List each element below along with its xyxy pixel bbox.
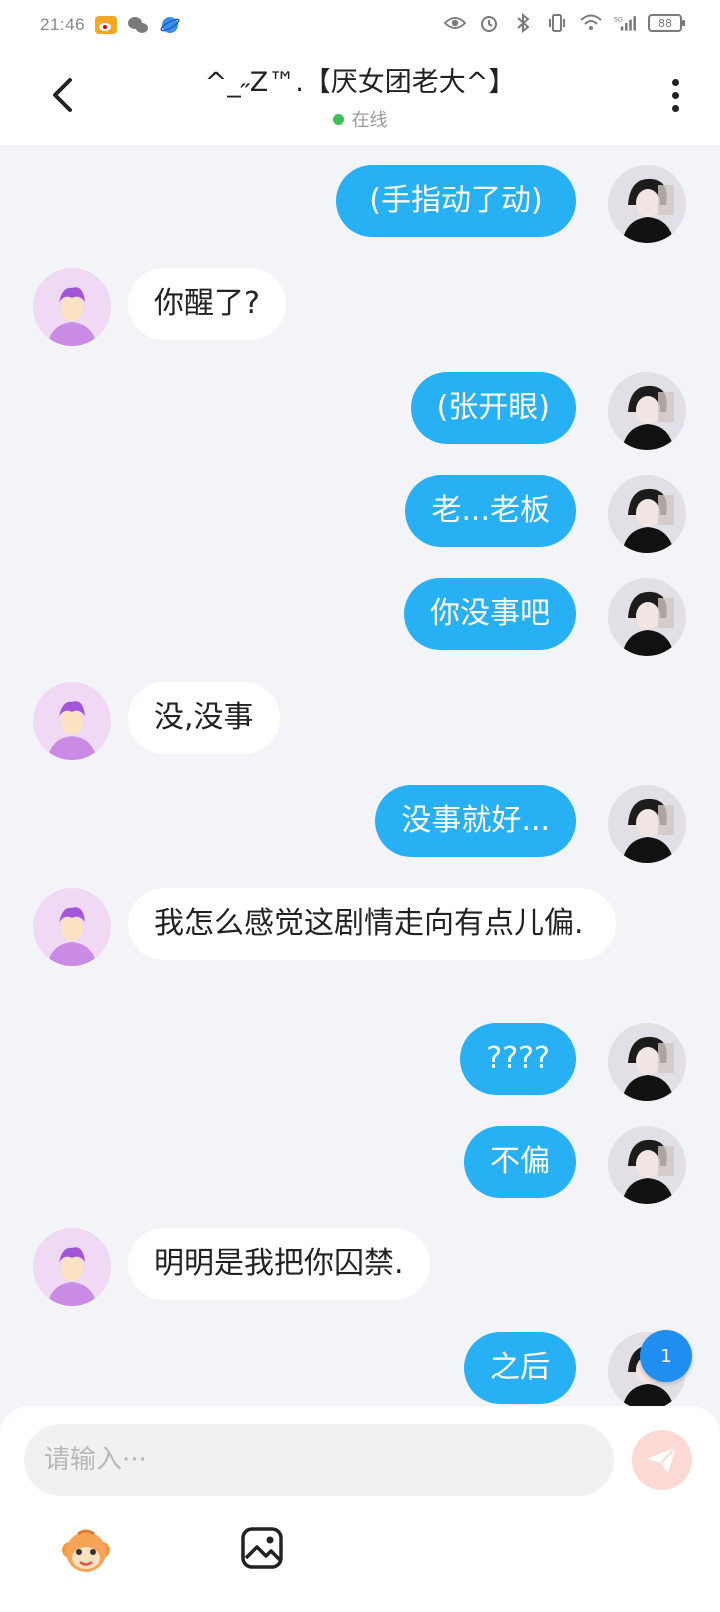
- signal-icon: 5G: [614, 12, 636, 34]
- send-button[interactable]: [632, 1430, 692, 1490]
- eye-icon: [444, 12, 466, 34]
- message-bubble-sent[interactable]: (手指动了动): [336, 165, 576, 237]
- alarm-icon: [478, 12, 500, 34]
- more-dot-icon: [671, 78, 679, 86]
- input-panel: [0, 1406, 720, 1612]
- my-avatar[interactable]: [608, 475, 686, 553]
- bluetooth-icon: [512, 12, 534, 34]
- chat-title: ^_˶Z™.【厌女团老大^】: [204, 67, 516, 98]
- contact-avatar[interactable]: [33, 1228, 111, 1306]
- contact-avatar[interactable]: [33, 888, 111, 966]
- monkey-icon: [62, 1529, 110, 1572]
- browser-icon: [159, 14, 181, 36]
- message-bubble-sent[interactable]: (张开眼): [410, 372, 576, 444]
- weibo-icon: [95, 14, 118, 36]
- message-bubble-received[interactable]: 明明是我把你囚禁.: [128, 1228, 430, 1300]
- online-dot-icon: [332, 113, 344, 125]
- my-avatar[interactable]: [608, 785, 686, 863]
- my-avatar[interactable]: [608, 372, 686, 450]
- wifi-icon: [580, 12, 602, 34]
- contact-avatar[interactable]: [33, 682, 111, 760]
- image-button[interactable]: [240, 1526, 292, 1578]
- more-options-button[interactable]: [660, 70, 690, 120]
- unread-badge[interactable]: 1: [640, 1330, 692, 1382]
- online-status-label: 在线: [351, 110, 388, 131]
- more-dot-icon: [671, 91, 679, 99]
- message-input[interactable]: [24, 1424, 614, 1496]
- message-bubble-sent[interactable]: 老...老板: [405, 475, 576, 547]
- message-bubble-sent[interactable]: 你没事吧: [404, 578, 576, 650]
- contact-avatar[interactable]: [33, 268, 111, 346]
- vibrate-icon: [546, 12, 568, 34]
- message-bubble-received[interactable]: 没,没事: [128, 682, 280, 754]
- chat-header: ^_˶Z™.【厌女团老大^】 在线: [0, 50, 720, 145]
- message-bubble-sent[interactable]: ????: [460, 1023, 576, 1095]
- more-dot-icon: [671, 104, 679, 112]
- battery-indicator: 88: [648, 14, 685, 32]
- my-avatar[interactable]: [608, 578, 686, 656]
- wechat-icon: [127, 14, 149, 36]
- svg-text:5G: 5G: [614, 16, 623, 23]
- chat-screen: 21:46 5G 88 ^_˶Z™.【厌女团老大^】 在线 (手指动了动) 你醒…: [0, 0, 720, 1612]
- image-icon: [241, 1527, 283, 1569]
- message-bubble-sent[interactable]: 之后: [464, 1332, 576, 1404]
- my-avatar[interactable]: [608, 165, 686, 243]
- message-bubble-received[interactable]: 你醒了?: [128, 268, 286, 340]
- status-bar: 21:46 5G 88: [0, 0, 720, 50]
- sticker-button[interactable]: [60, 1526, 112, 1578]
- my-avatar[interactable]: [608, 1126, 686, 1204]
- message-bubble-sent[interactable]: 没事就好...: [375, 785, 576, 857]
- send-icon: [647, 1446, 677, 1473]
- status-time: 21:46: [40, 15, 86, 34]
- online-status: 在线: [0, 106, 720, 132]
- message-bubble-sent[interactable]: 不偏: [464, 1126, 576, 1198]
- message-bubble-received[interactable]: 我怎么感觉这剧情走向有点儿偏.: [128, 888, 616, 960]
- my-avatar[interactable]: [608, 1023, 686, 1101]
